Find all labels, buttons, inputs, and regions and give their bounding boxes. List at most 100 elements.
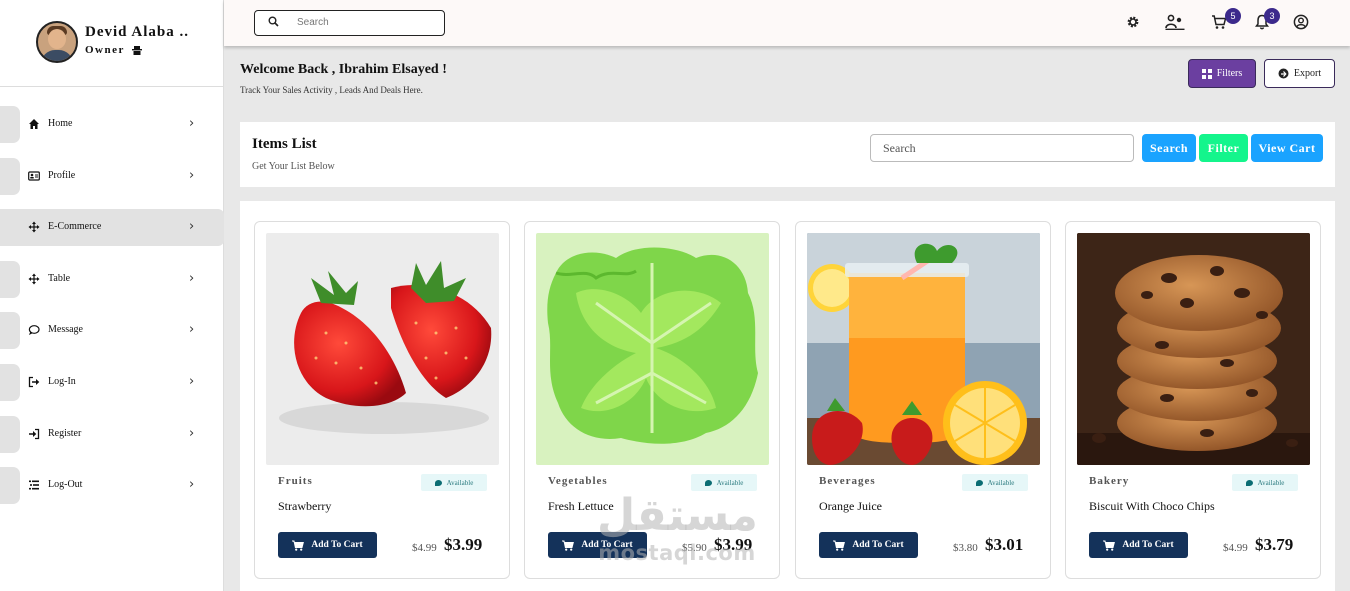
old-price: $5.90 xyxy=(682,542,707,554)
product-name: Strawberry xyxy=(278,499,332,513)
product-name: Orange Juice xyxy=(819,499,882,513)
product-category: Fruits xyxy=(278,475,313,487)
move-arrows-icon xyxy=(28,273,40,285)
sidebar-item-profile[interactable]: Profile › xyxy=(0,157,224,195)
list-icon xyxy=(29,480,39,490)
gear-icon[interactable] xyxy=(1125,14,1141,30)
users-cog-icon[interactable] xyxy=(1165,14,1185,30)
add-to-cart-button[interactable]: Add To Cart xyxy=(819,532,918,558)
add-to-cart-label: Add To Cart xyxy=(1122,540,1174,550)
avatar[interactable] xyxy=(36,21,78,63)
page-subtitle: Track Your Sales Activity , Leads And De… xyxy=(240,85,423,95)
add-to-cart-button[interactable]: Add To Cart xyxy=(1089,532,1188,558)
view-cart-button[interactable]: View Cart xyxy=(1251,134,1323,162)
product-image-strawberry[interactable] xyxy=(266,233,499,465)
sidebar-item-label: Register xyxy=(48,427,82,439)
sign-in-icon xyxy=(29,428,40,439)
items-list-subtitle: Get Your List Below xyxy=(252,161,335,172)
chevron-right-icon: › xyxy=(189,219,195,235)
export-button-label: Export xyxy=(1293,68,1322,79)
sidebar-item-label: Message xyxy=(48,324,83,336)
user-secret-icon xyxy=(131,46,142,55)
sidebar-item-table[interactable]: Table › xyxy=(0,260,224,298)
search-button[interactable]: Search xyxy=(1142,134,1196,162)
product-card: Beverages Available Orange Juice Add To … xyxy=(795,221,1051,579)
orange-juice-image xyxy=(807,233,1040,465)
items-list-header: Items List Get Your List Below Search Se… xyxy=(240,122,1335,187)
cart-icon xyxy=(1103,540,1116,551)
price: $3.01 xyxy=(985,535,1024,554)
strawberry-image xyxy=(279,261,492,434)
sidebar-item-label: Log-Out xyxy=(48,479,83,491)
availability-label: Available xyxy=(1257,478,1285,487)
comment-icon xyxy=(1245,479,1253,486)
filter-button[interactable]: Filter xyxy=(1199,134,1248,162)
sidebar-item-message[interactable]: Message › xyxy=(0,312,224,350)
sidebar: Devid Alaba .. Owner Home › Profile › E-… xyxy=(0,0,224,591)
comment-icon xyxy=(704,479,712,486)
product-image-lettuce[interactable] xyxy=(536,233,769,465)
export-icon xyxy=(1278,68,1289,79)
user-name: Devid Alaba .. xyxy=(85,24,190,40)
export-button[interactable]: Export xyxy=(1264,59,1335,88)
chevron-right-icon: › xyxy=(189,425,195,441)
move-arrows-icon xyxy=(28,221,40,233)
availability-badge: Available xyxy=(962,474,1028,491)
availability-label: Available xyxy=(446,478,474,487)
page-title: Welcome Back , Ibrahim Elsayed ! xyxy=(240,62,447,77)
chevron-right-icon: › xyxy=(189,322,195,338)
product-card: Vegetables Available Fresh Lettuce Add T… xyxy=(524,221,780,579)
grid-icon xyxy=(1201,68,1212,79)
chevron-right-icon: › xyxy=(189,116,195,131)
search-icon xyxy=(268,16,279,27)
add-to-cart-button[interactable]: Add To Cart xyxy=(548,532,647,558)
product-name: Fresh Lettuce xyxy=(548,499,614,513)
chevron-right-icon: › xyxy=(189,373,195,389)
sign-out-icon xyxy=(28,376,40,388)
top-search-input[interactable]: Search xyxy=(254,10,445,36)
product-card: Bakery Available Biscuit With Choco Chip… xyxy=(1065,221,1321,579)
notifications-count-badge: 3 xyxy=(1264,8,1280,24)
user-role: Owner xyxy=(85,44,142,56)
product-image-cookies[interactable] xyxy=(1077,233,1310,465)
sidebar-item-label: Profile xyxy=(48,169,76,181)
price: $3.79 xyxy=(1255,535,1294,554)
old-price: $3.80 xyxy=(953,542,978,554)
add-to-cart-label: Add To Cart xyxy=(311,540,363,550)
sidebar-item-e-commerce[interactable]: E-Commerce › xyxy=(0,209,224,247)
profile-card-icon xyxy=(28,170,40,181)
sidebar-item-log-out[interactable]: Log-Out › xyxy=(0,467,224,505)
sidebar-item-home[interactable]: Home › xyxy=(0,106,224,143)
availability-badge: Available xyxy=(1232,474,1298,491)
product-card: Fruits Available Strawberry Add To Cart … xyxy=(254,221,510,579)
availability-label: Available xyxy=(716,478,744,487)
sidebar-item-label: Home xyxy=(48,118,73,129)
cart-icon xyxy=(562,540,575,551)
lettuce-image xyxy=(547,247,758,444)
product-category: Bakery xyxy=(1089,475,1130,487)
product-name: Biscuit With Choco Chips xyxy=(1089,499,1215,513)
product-image-orange-juice[interactable] xyxy=(807,233,1040,465)
add-to-cart-label: Add To Cart xyxy=(581,540,633,550)
sidebar-item-label: E-Commerce xyxy=(48,221,102,233)
filters-button[interactable]: Filters xyxy=(1188,59,1256,88)
filters-button-label: Filters xyxy=(1216,68,1243,79)
items-search-input[interactable]: Search xyxy=(870,134,1134,162)
product-category: Vegetables xyxy=(548,475,608,487)
top-search-placeholder: Search xyxy=(297,17,329,28)
add-to-cart-button[interactable]: Add To Cart xyxy=(278,532,377,558)
sidebar-item-label: Table xyxy=(48,272,71,284)
old-price: $4.99 xyxy=(412,542,437,554)
sidebar-item-register[interactable]: Register › xyxy=(0,415,224,453)
old-price: $4.99 xyxy=(1223,542,1248,554)
chevron-right-icon: › xyxy=(189,270,195,286)
user-circle-icon[interactable] xyxy=(1293,14,1309,30)
sidebar-item-log-in[interactable]: Log-In › xyxy=(0,363,224,401)
availability-label: Available xyxy=(987,478,1015,487)
cookies-image xyxy=(1077,233,1310,465)
availability-badge: Available xyxy=(421,474,487,491)
availability-badge: Available xyxy=(691,474,757,491)
chevron-right-icon: › xyxy=(189,477,195,493)
user-role-label: Owner xyxy=(85,44,125,56)
products-grid: Fruits Available Strawberry Add To Cart … xyxy=(240,201,1335,591)
